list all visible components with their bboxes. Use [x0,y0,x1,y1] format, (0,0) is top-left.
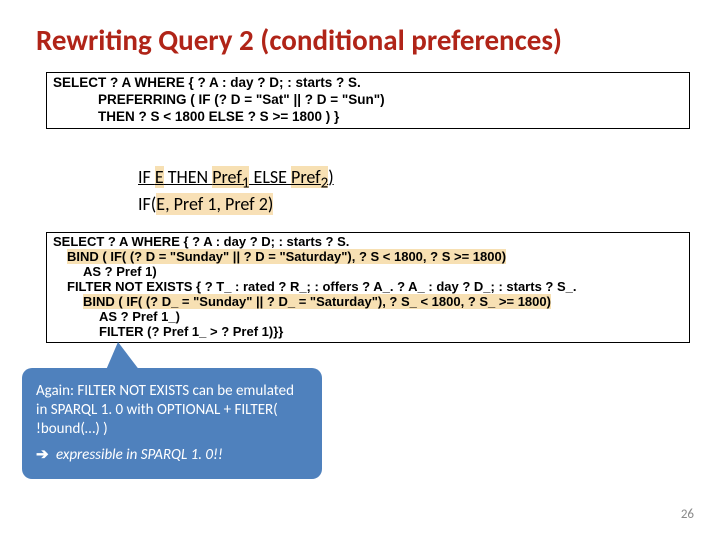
code-line: FILTER (? Pref 1_ > ? Pref 1)}} [53,325,683,340]
code-line: BIND ( IF( (? D = "Sunday" || ? D = "Sat… [53,250,683,265]
code-line: AS ? Pref 1) [53,265,683,280]
code-line: BIND ( IF( (? D_ = "Sunday" || ? D_ = "S… [53,295,683,310]
arrow-right-icon: ➔ [36,446,49,464]
code-line: AS ? Pref 1_) [53,310,683,325]
page-number: 26 [681,507,694,522]
query-box-original: SELECT ? A WHERE { ? A : day ? D; : star… [46,72,690,129]
callout-body: Again: FILTER NOT EXISTS can be emulated… [22,368,322,479]
query-box-rewritten: SELECT ? A WHERE { ? A : day ? D; : star… [46,232,690,343]
code-line: SELECT ? A WHERE { ? A : day ? D; : star… [53,235,683,250]
rule-line-2: IF(E, Pref 1, Pref 2) [138,193,674,215]
slide: Rewriting Query 2 (conditional preferenc… [0,0,720,540]
code-line: PREFERRING ( IF (? D = "Sat" || ? D = "S… [53,92,683,109]
callout-text: Again: FILTER NOT EXISTS can be emulated… [36,382,308,438]
code-line: THEN ? S < 1800 ELSE ? S >= 1800 ) } [53,109,683,126]
callout: Again: FILTER NOT EXISTS can be emulated… [22,368,322,479]
code-line: SELECT ? A WHERE { ? A : day ? D; : star… [53,75,683,92]
callout-conclusion: ➔ expressible in SPARQL 1. 0!! [36,446,308,465]
slide-title: Rewriting Query 2 (conditional preferenc… [36,22,562,58]
transform-rule: IF E THEN Pref1 ELSE Pref2) IF(E, Pref 1… [138,166,674,215]
code-line: FILTER NOT EXISTS { ? T_ : rated ? R_; :… [53,280,683,295]
rule-line-1: IF E THEN Pref1 ELSE Pref2) [138,166,674,193]
